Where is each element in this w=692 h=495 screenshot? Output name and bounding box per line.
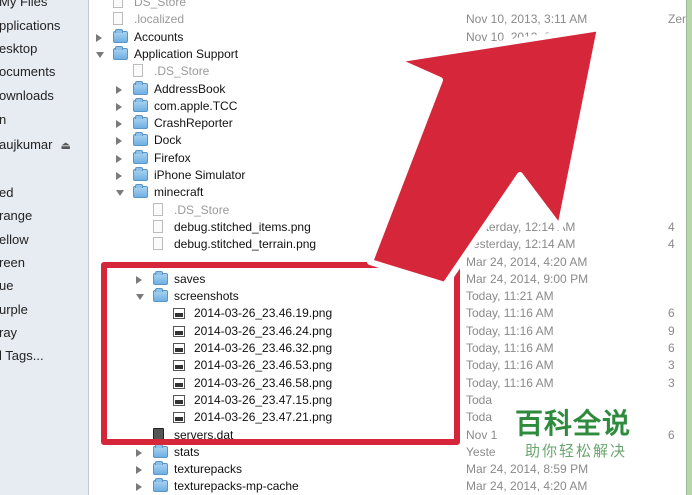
- watermark-title: 百科全说: [515, 407, 632, 440]
- finder-window: My Files pplications esktop ocuments ownload…: [0, 0, 687, 495]
- watermark-subtitle: 助你轻松解决: [525, 442, 628, 460]
